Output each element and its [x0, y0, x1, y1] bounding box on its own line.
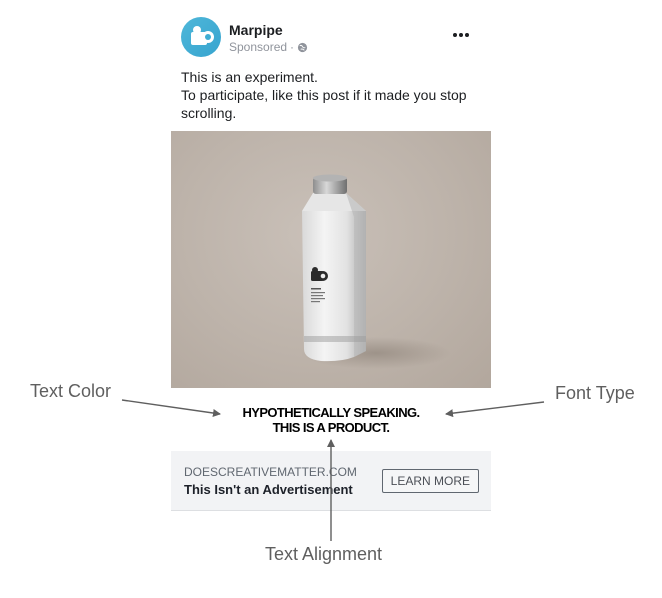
link-title[interactable]: This Isn't an Advertisement — [184, 482, 353, 497]
headline-line: THIS IS A PRODUCT. — [272, 420, 390, 435]
post-header: Marpipe Sponsored · — [181, 17, 481, 57]
post-text-line: scrolling. — [181, 105, 237, 121]
annotation-text-alignment: Text Alignment — [265, 544, 383, 564]
sponsored-label[interactable]: Sponsored — [229, 40, 287, 54]
sponsored-line: Sponsored · — [229, 40, 308, 54]
annotation-font-type: Font Type — [555, 383, 635, 403]
link-domain: DOESCREATIVEMATTER.COM — [184, 465, 357, 479]
camera-logo-icon — [191, 26, 214, 45]
learn-more-button[interactable]: LEARN MORE — [381, 469, 479, 493]
more-dots-icon — [453, 33, 469, 37]
post-text-line: This is an experiment. — [181, 69, 318, 85]
product-bottle-image — [301, 174, 451, 369]
ad-headline: HYPOTHETICALLY SPEAKING. THIS IS A PRODU… — [171, 405, 491, 435]
more-options-button[interactable] — [451, 25, 471, 45]
post-text-line: To participate, like this post if it mad… — [181, 87, 467, 103]
page-avatar[interactable] — [181, 17, 221, 57]
headline-line: HYPOTHETICALLY SPEAKING. — [242, 405, 420, 420]
annotation-text-color: Text Color — [30, 381, 112, 401]
globe-icon — [297, 42, 308, 52]
cta-bar[interactable]: DOESCREATIVEMATTER.COM This Isn't an Adv… — [171, 451, 491, 511]
post-text: This is an experiment. To participate, l… — [181, 68, 481, 122]
post-image[interactable] — [171, 131, 491, 388]
page-name[interactable]: Marpipe — [229, 22, 283, 38]
